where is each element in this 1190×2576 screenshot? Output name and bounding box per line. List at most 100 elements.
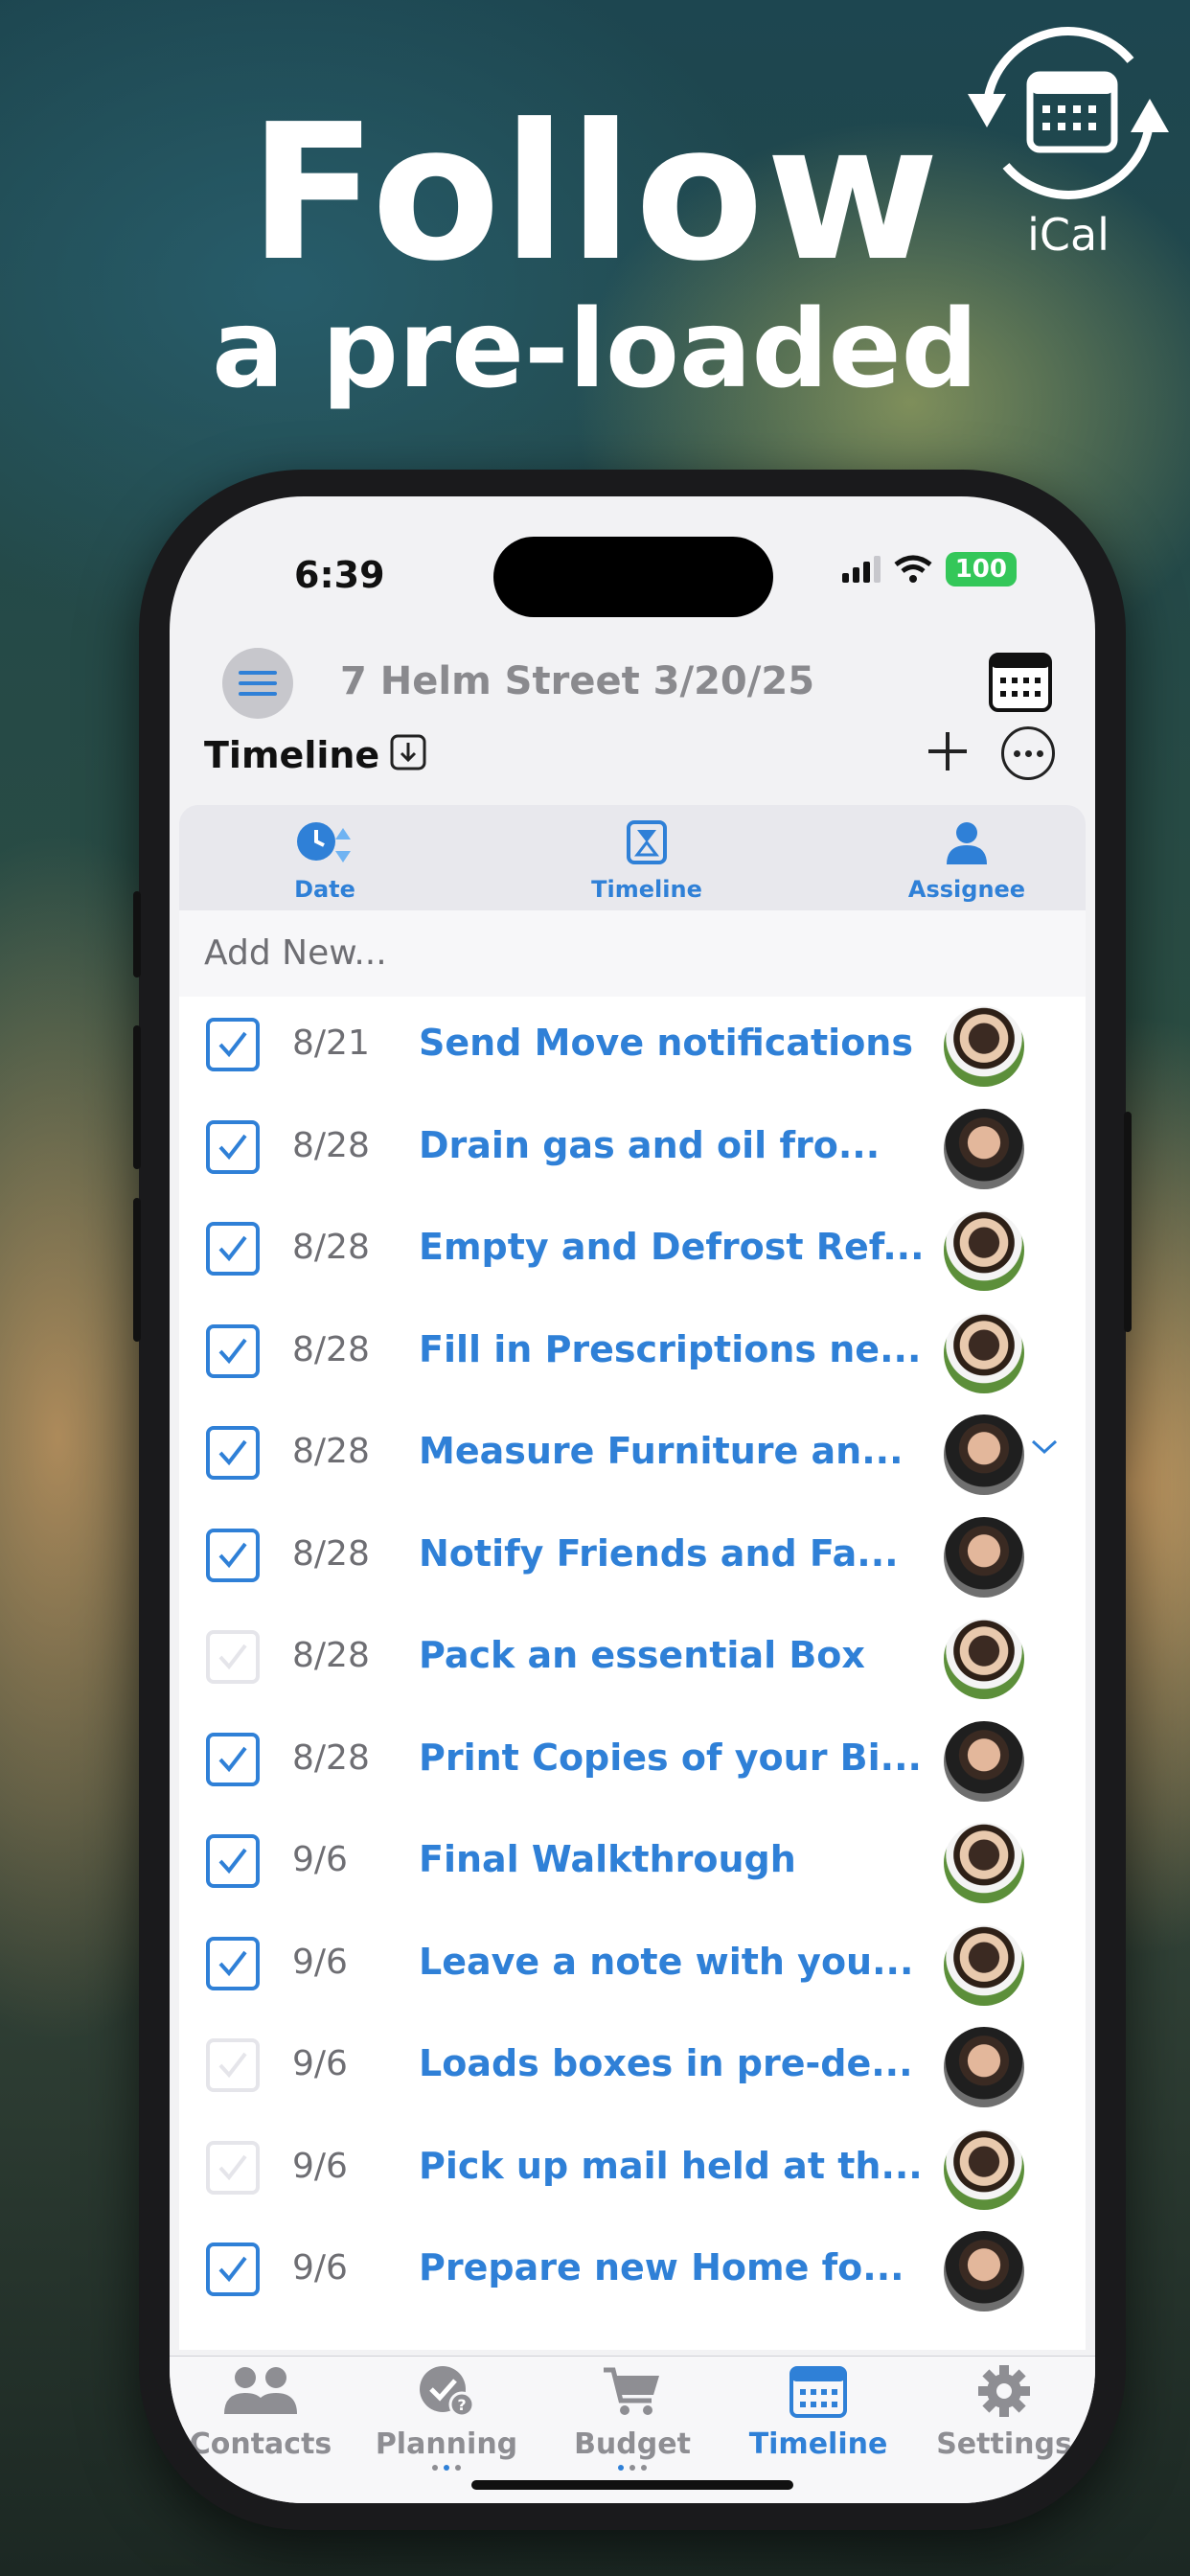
segment-date-label: Date [294, 876, 355, 903]
add-new-placeholder: Add New... [204, 933, 387, 973]
status-time: 6:39 [294, 554, 385, 596]
task-date: 9/6 [292, 2044, 348, 2083]
task-row[interactable]: 8/28 Print Copies of your Bi... [179, 1712, 1086, 1813]
task-row[interactable]: 8/28 Pack an essential Box [179, 1609, 1086, 1711]
hamburger-icon [239, 671, 277, 696]
task-date: 8/28 [292, 1432, 370, 1471]
task-row[interactable]: 9/6 Leave a note with you... [179, 1916, 1086, 2017]
person-icon [947, 822, 987, 864]
wifi-icon [894, 555, 932, 583]
task-title[interactable]: Fill in Prescriptions ne... [419, 1328, 921, 1370]
tab-settings[interactable]: Settings [913, 2364, 1095, 2461]
task-checkbox[interactable] [206, 1630, 260, 1684]
task-list: 8/21 Send Move notifications 8/28 Drain gas… [179, 997, 1086, 2350]
checkmark-icon [218, 1235, 247, 1262]
task-checkbox[interactable] [206, 1018, 260, 1071]
ical-sync-icon [968, 27, 1169, 199]
task-title[interactable]: Send Move notifications [419, 1022, 913, 1064]
task-title[interactable]: Loads boxes in pre-de... [419, 2042, 913, 2084]
assignee-avatar[interactable] [944, 1924, 1024, 2006]
assignee-avatar[interactable] [944, 2027, 1024, 2107]
assignee-avatar[interactable] [944, 1823, 1024, 1903]
tab-planning[interactable]: ? Planning [355, 2364, 538, 2471]
task-checkbox[interactable] [206, 1834, 260, 1888]
promo-subheadline: a pre-loaded [212, 288, 978, 412]
sort-segment-control: Date Timeline Assignee [179, 805, 1086, 910]
chevron-down-icon[interactable] [1030, 1438, 1059, 1460]
add-new-field[interactable]: Add New... [179, 910, 1086, 997]
ical-label: iCal [1027, 209, 1110, 261]
contacts-icon [224, 2367, 297, 2414]
more-options-button[interactable] [1001, 726, 1055, 780]
task-title[interactable]: Notify Friends and Fa... [419, 1532, 899, 1575]
download-icon[interactable] [390, 734, 426, 770]
menu-button[interactable] [222, 648, 293, 719]
task-title[interactable]: Drain gas and oil fro... [419, 1124, 880, 1166]
gear-icon [978, 2365, 1030, 2417]
checkmark-icon [218, 1950, 247, 1976]
calendar-button[interactable] [989, 653, 1052, 716]
assignee-avatar[interactable] [944, 1006, 1024, 1087]
task-row[interactable]: 8/28 Fill in Prescriptions ne... [179, 1303, 1086, 1405]
task-row[interactable]: 8/28 Notify Friends and Fa... [179, 1507, 1086, 1609]
task-checkbox[interactable] [206, 1426, 260, 1480]
task-title[interactable]: Prepare new Home fo... [419, 2246, 904, 2288]
task-row[interactable]: 8/28 Measure Furniture an... [179, 1405, 1086, 1506]
task-checkbox[interactable] [206, 1528, 260, 1582]
assignee-avatar[interactable] [944, 2128, 1024, 2210]
segment-date[interactable]: Date [219, 818, 430, 903]
segment-assignee-label: Assignee [907, 876, 1026, 903]
segment-assignee[interactable]: Assignee [861, 818, 1072, 903]
task-row[interactable]: 8/21 Send Move notifications [179, 997, 1086, 1098]
task-date: 9/6 [292, 2146, 348, 2186]
tab-timeline-label: Timeline [748, 2427, 888, 2461]
task-date: 8/21 [292, 1024, 370, 1063]
task-title[interactable]: Final Walkthrough [419, 1838, 796, 1880]
checkmark-icon [218, 2256, 247, 2283]
task-checkbox[interactable] [206, 1936, 260, 1990]
assignee-avatar[interactable] [944, 2231, 1024, 2312]
add-button[interactable] [927, 730, 969, 779]
task-date: 8/28 [292, 1329, 370, 1369]
task-checkbox[interactable] [206, 2140, 260, 2195]
task-row[interactable]: 9/6 Loads boxes in pre-de... [179, 2017, 1086, 2119]
hourglass-icon [627, 820, 667, 864]
task-row[interactable]: 8/28 Drain gas and oil fro... [179, 1099, 1086, 1201]
task-title[interactable]: Print Copies of your Bi... [419, 1736, 922, 1779]
task-title[interactable]: Leave a note with you... [419, 1941, 913, 1983]
assignee-avatar[interactable] [944, 1312, 1024, 1393]
task-title[interactable]: Empty and Defrost Ref... [419, 1226, 925, 1268]
assignee-avatar[interactable] [944, 1108, 1024, 1189]
task-checkbox[interactable] [206, 1732, 260, 1786]
checkmark-icon [218, 1644, 247, 1670]
task-date: 8/28 [292, 1533, 370, 1574]
svg-text:?: ? [457, 2396, 466, 2414]
tab-contacts[interactable]: Contacts [170, 2364, 352, 2461]
task-checkbox[interactable] [206, 1323, 260, 1378]
task-checkbox[interactable] [206, 1222, 260, 1276]
task-date: 9/6 [292, 1840, 348, 1879]
segment-timeline[interactable]: Timeline [541, 818, 752, 903]
assignee-avatar[interactable] [944, 1720, 1024, 1802]
assignee-avatar[interactable] [944, 1210, 1024, 1291]
task-title[interactable]: Measure Furniture an... [419, 1430, 904, 1472]
task-row[interactable]: 8/28 Empty and Defrost Ref... [179, 1201, 1086, 1302]
checkmark-icon [218, 1031, 247, 1058]
task-date: 9/6 [292, 2248, 348, 2288]
assignee-avatar[interactable] [944, 1414, 1024, 1495]
task-title[interactable]: Pack an essential Box [419, 1634, 865, 1676]
task-row[interactable]: 9/6 Prepare new Home fo... [179, 2221, 1086, 2323]
task-checkbox[interactable] [206, 2038, 260, 2092]
assignee-avatar[interactable] [944, 1516, 1024, 1598]
task-row[interactable]: 9/6 Final Walkthrough [179, 1813, 1086, 1915]
task-title[interactable]: Pick up mail held at th... [419, 2145, 923, 2187]
assignee-avatar[interactable] [944, 1619, 1024, 1699]
task-date: 8/28 [292, 1737, 370, 1778]
signal-icon [841, 556, 881, 583]
tab-budget[interactable]: Budget [541, 2364, 723, 2471]
task-checkbox[interactable] [206, 1119, 260, 1174]
task-row[interactable]: 9/6 Pick up mail held at th... [179, 2120, 1086, 2221]
tab-timeline[interactable]: Timeline [727, 2364, 909, 2461]
task-date: 9/6 [292, 1942, 348, 1982]
task-checkbox[interactable] [206, 2242, 260, 2296]
